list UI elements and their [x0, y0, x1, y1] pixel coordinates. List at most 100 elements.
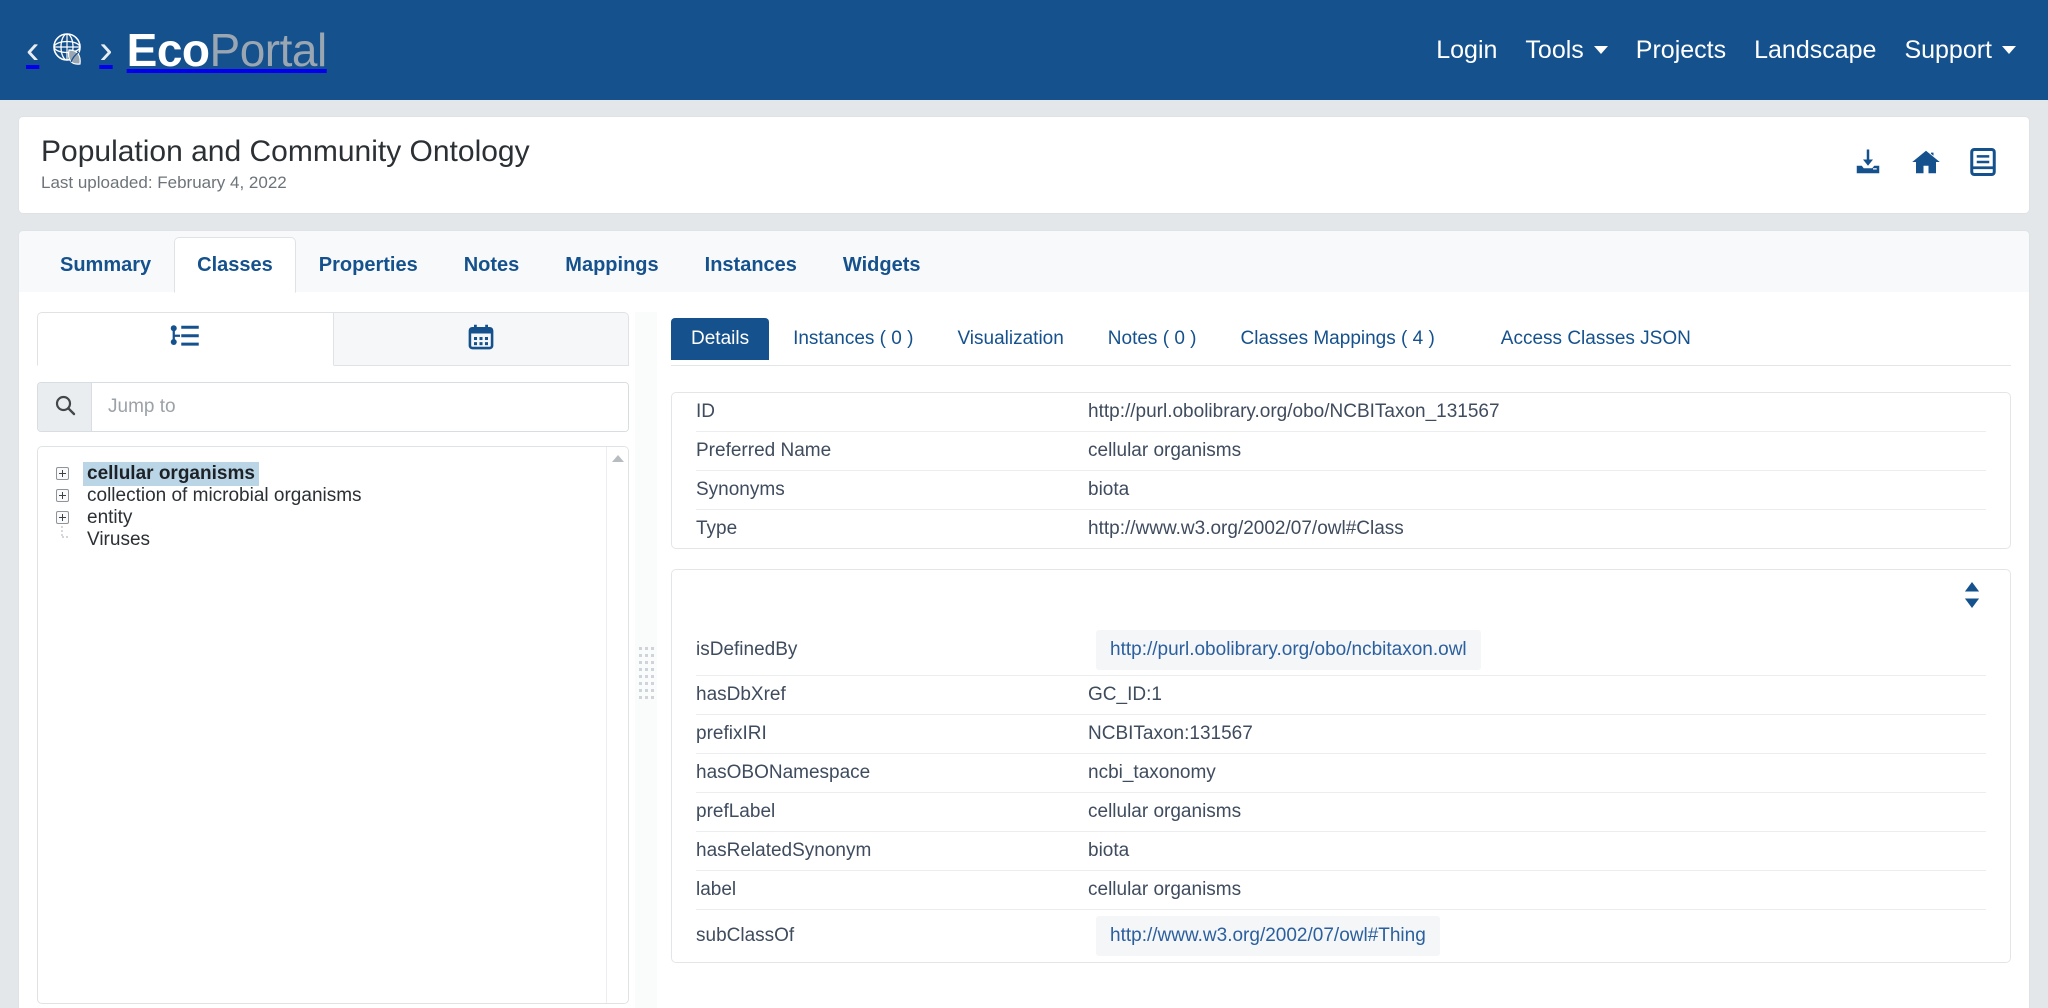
scroll-up-arrow-icon[interactable] — [612, 455, 624, 462]
table-row: hasOBONamespace ncbi_taxonomy — [696, 754, 1986, 793]
class-details-panel: Details Instances ( 0 ) Visualization No… — [663, 312, 2011, 1008]
search-input[interactable] — [92, 383, 628, 431]
nav-item-landscape-label: Landscape — [1754, 36, 1876, 65]
table-row: subClassOf http://www.w3.org/2002/07/owl… — [696, 910, 1986, 962]
tab-instances[interactable]: Instances — [682, 237, 820, 293]
home-icon[interactable] — [1911, 147, 1941, 182]
subtab-access-classes-json[interactable]: Access Classes JSON — [1481, 318, 1711, 360]
table-row: label cellular organisms — [696, 871, 1986, 910]
class-tree-list: cellular organisms collection of microbi… — [38, 447, 628, 550]
row-key: subClassOf — [696, 917, 1088, 955]
sort-updown-icon[interactable] — [1958, 578, 1986, 617]
table-row: prefLabel cellular organisms — [696, 793, 1986, 832]
tree-calendar-view-tab[interactable] — [334, 312, 630, 366]
tree-node-label: collection of microbial organisms — [83, 484, 366, 508]
panel-splitter[interactable] — [635, 312, 657, 1008]
nav-item-support-label: Support — [1904, 36, 1992, 65]
search-button[interactable] — [38, 383, 92, 431]
expand-plus-icon[interactable] — [56, 467, 69, 480]
download-icon[interactable] — [1853, 147, 1883, 182]
row-key: isDefinedBy — [696, 631, 1088, 669]
tree-node-collection-of-microbial-organisms[interactable]: collection of microbial organisms — [48, 485, 618, 506]
table-row: hasRelatedSynonym biota — [696, 832, 1986, 871]
table-row: isDefinedBy http://purl.obolibrary.org/o… — [696, 624, 1986, 676]
table-row: Preferred Name cellular organisms — [696, 432, 1986, 471]
tab-notes[interactable]: Notes — [441, 237, 543, 293]
subtab-visualization[interactable]: Visualization — [937, 318, 1083, 360]
brand-text-portal: Portal — [210, 24, 327, 76]
brand-logo[interactable]: ‹ › EcoPortal — [22, 26, 327, 74]
tree-node-entity[interactable]: entity — [48, 507, 618, 528]
nav-item-tools-label: Tools — [1525, 36, 1583, 65]
nav-item-login[interactable]: Login — [1436, 36, 1497, 65]
row-key: label — [696, 871, 1088, 909]
top-navbar: ‹ › EcoPortal Login Tools Projects — [0, 0, 2048, 100]
tab-summary[interactable]: Summary — [37, 237, 174, 293]
row-key: Preferred Name — [696, 432, 1088, 470]
row-value[interactable]: http://purl.obolibrary.org/obo/ncbitaxon… — [1096, 630, 1481, 670]
tree-list-view-tab[interactable] — [37, 312, 334, 366]
row-value: ncbi_taxonomy — [1088, 754, 1216, 792]
tab-classes[interactable]: Classes — [174, 237, 296, 293]
row-value: NCBITaxon:131567 — [1088, 715, 1253, 753]
row-key: prefLabel — [696, 793, 1088, 831]
tree-scrollbar[interactable] — [606, 447, 628, 1003]
row-key: Synonyms — [696, 471, 1088, 509]
notes-document-icon[interactable] — [1969, 147, 1997, 182]
splitter-grip-icon — [639, 647, 654, 699]
nav-item-login-label: Login — [1436, 36, 1497, 65]
class-tree-box: cellular organisms collection of microbi… — [37, 446, 629, 1004]
row-key: hasRelatedSynonym — [696, 832, 1088, 870]
brand-chevron-right-icon: › — [99, 30, 112, 70]
tree-node-label: cellular organisms — [83, 462, 259, 486]
calendar-icon — [467, 323, 495, 356]
tree-node-label: entity — [83, 506, 136, 530]
subtab-details[interactable]: Details — [671, 318, 769, 360]
subtab-notes[interactable]: Notes ( 0 ) — [1088, 318, 1217, 360]
table-row: Type http://www.w3.org/2002/07/owl#Class — [696, 510, 1986, 548]
tab-properties[interactable]: Properties — [296, 237, 441, 293]
page-title: Population and Community Ontology — [41, 135, 530, 168]
properties-toolbar — [696, 570, 1986, 624]
nav-item-tools[interactable]: Tools — [1525, 36, 1607, 65]
tree-list-icon — [170, 323, 200, 356]
class-summary-table: ID http://purl.obolibrary.org/obo/NCBITa… — [671, 392, 2011, 549]
brand-text-eco: Eco — [127, 24, 210, 76]
brand-chevron-left-icon: ‹ — [26, 30, 39, 70]
table-row: Synonyms biota — [696, 471, 1986, 510]
chevron-down-icon — [1594, 46, 1608, 54]
table-row: ID http://purl.obolibrary.org/obo/NCBITa… — [696, 393, 1986, 432]
subtab-classes-mappings[interactable]: Classes Mappings ( 4 ) — [1221, 318, 1455, 360]
table-row: hasDbXref GC_ID:1 — [696, 676, 1986, 715]
tab-widgets[interactable]: Widgets — [820, 237, 944, 293]
expand-plus-icon[interactable] — [56, 489, 69, 502]
tree-node-cellular-organisms[interactable]: cellular organisms — [48, 463, 618, 484]
row-value: http://www.w3.org/2002/07/owl#Class — [1088, 510, 1404, 548]
row-value: cellular organisms — [1088, 871, 1241, 909]
search-icon — [54, 394, 76, 421]
row-key: hasOBONamespace — [696, 754, 1088, 792]
nav-item-support[interactable]: Support — [1904, 36, 2016, 65]
subtab-instances[interactable]: Instances ( 0 ) — [773, 318, 933, 360]
tree-node-label: Viruses — [83, 528, 154, 552]
nav-item-landscape[interactable]: Landscape — [1754, 36, 1876, 65]
row-key: hasDbXref — [696, 676, 1088, 714]
row-value: cellular organisms — [1088, 793, 1241, 831]
jump-to-search — [37, 382, 629, 432]
details-tabbar: Details Instances ( 0 ) Visualization No… — [671, 312, 2011, 366]
ontology-header-card: Population and Community Ontology Last u… — [18, 116, 2030, 214]
tree-view-tabs — [37, 312, 629, 366]
header-actions — [1853, 147, 2003, 182]
row-value: biota — [1088, 832, 1129, 870]
classes-content: cellular organisms collection of microbi… — [18, 292, 2030, 1008]
row-key: Type — [696, 510, 1088, 548]
nav-item-projects[interactable]: Projects — [1636, 36, 1726, 65]
expand-plus-icon[interactable] — [56, 511, 69, 524]
page-body: Population and Community Ontology Last u… — [0, 100, 2048, 1008]
row-value[interactable]: http://www.w3.org/2002/07/owl#Thing — [1096, 916, 1440, 956]
tab-mappings[interactable]: Mappings — [542, 237, 681, 293]
chevron-down-icon — [2002, 46, 2016, 54]
tree-leaf-connector-icon — [56, 526, 69, 553]
tree-node-viruses[interactable]: Viruses — [48, 529, 618, 550]
nav-item-projects-label: Projects — [1636, 36, 1726, 65]
